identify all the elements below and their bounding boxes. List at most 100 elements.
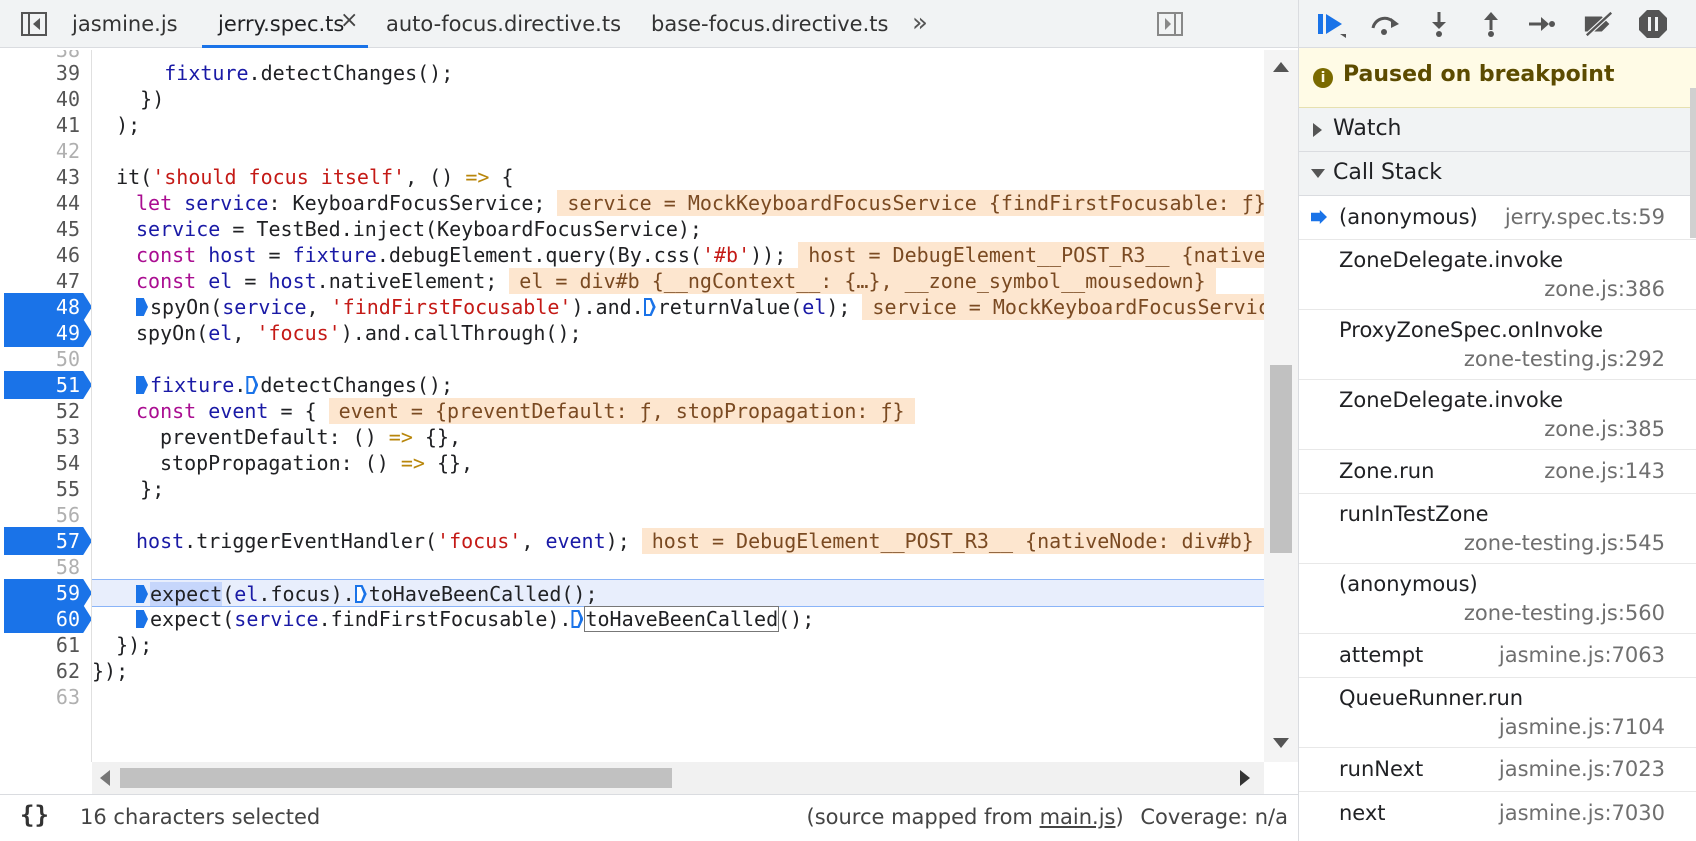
toggle-debugger-button[interactable] bbox=[1156, 10, 1184, 38]
pretty-print-button[interactable]: {} bbox=[20, 801, 49, 829]
code-line[interactable]: const host = fixture.debugElement.query(… bbox=[92, 241, 1264, 269]
frame-location[interactable]: zone.js:143 bbox=[1544, 459, 1665, 483]
call-stack-section-header[interactable]: Call Stack bbox=[1299, 152, 1696, 196]
line-number[interactable]: 39 bbox=[4, 59, 91, 87]
code-line[interactable]: const event = {event = {preventDefault: … bbox=[92, 397, 1264, 425]
vertical-scroll-thumb[interactable] bbox=[1270, 365, 1292, 553]
step-button[interactable] bbox=[1525, 8, 1557, 40]
call-frame[interactable]: ZoneDelegate.invoke zone.js:386 bbox=[1299, 240, 1696, 310]
breakpoint-line-49[interactable]: 49 bbox=[4, 319, 91, 347]
more-tabs-icon[interactable]: » bbox=[912, 0, 928, 48]
breakpoint-line-60[interactable]: 60 bbox=[4, 605, 91, 633]
line-number[interactable]: 46 bbox=[4, 241, 91, 269]
code-line[interactable]: }); bbox=[92, 657, 1264, 685]
breakpoint-line-51[interactable]: 51 bbox=[4, 371, 91, 399]
scroll-down-icon[interactable] bbox=[1273, 738, 1289, 748]
pause-on-exceptions-button[interactable] bbox=[1637, 8, 1669, 40]
breakpoint-line-48[interactable]: 48 bbox=[4, 293, 91, 321]
code-line[interactable]: fixture.detectChanges(); bbox=[92, 59, 1264, 87]
line-number[interactable]: 42 bbox=[4, 137, 91, 165]
code-line[interactable]: ); bbox=[92, 111, 1264, 139]
line-number[interactable]: 53 bbox=[4, 423, 91, 451]
call-frame[interactable]: attempt jasmine.js:7063 bbox=[1299, 634, 1696, 678]
breakpoint-line-57[interactable]: 57 bbox=[4, 527, 91, 555]
call-frame[interactable]: runInTestZone zone-testing.js:545 bbox=[1299, 494, 1696, 564]
line-number[interactable]: 58 bbox=[4, 553, 91, 581]
frame-location[interactable]: jerry.spec.ts:59 bbox=[1505, 205, 1665, 229]
line-number[interactable]: 54 bbox=[4, 449, 91, 477]
line-number[interactable]: 56 bbox=[4, 501, 91, 529]
line-number[interactable]: 61 bbox=[4, 631, 91, 659]
line-number[interactable]: 52 bbox=[4, 397, 91, 425]
frame-location[interactable]: zone-testing.js:292 bbox=[1464, 347, 1665, 371]
inline-breakpoint-icon[interactable] bbox=[136, 376, 148, 394]
call-frame-selected[interactable]: (anonymous) jerry.spec.ts:59 bbox=[1299, 196, 1696, 240]
current-execution-line[interactable]: expect(el.focus). toHaveBeenCalled(); bbox=[92, 579, 1264, 607]
code-line[interactable]: host.triggerEventHandler('focus', event)… bbox=[92, 527, 1264, 555]
code-line[interactable]: preventDefault: () => {}, bbox=[92, 423, 1264, 451]
inline-breakpoint-icon[interactable] bbox=[571, 610, 584, 628]
frame-location[interactable]: zone-testing.js:560 bbox=[1464, 601, 1665, 625]
source-map-link[interactable]: main.js bbox=[1040, 805, 1116, 829]
tab-jasmine-js[interactable]: jasmine.js bbox=[72, 0, 178, 48]
breakpoint-line-59[interactable]: 59 bbox=[4, 579, 91, 607]
call-frame[interactable]: Zone.run zone.js:143 bbox=[1299, 450, 1696, 494]
code-line[interactable]: }); bbox=[92, 631, 1264, 659]
frame-location[interactable]: zone.js:386 bbox=[1544, 277, 1665, 301]
toggle-navigator-button[interactable] bbox=[20, 10, 48, 38]
call-frame[interactable]: runNext jasmine.js:7023 bbox=[1299, 748, 1696, 792]
tab-base-focus-directive-ts[interactable]: base-focus.directive.ts bbox=[651, 0, 888, 48]
close-tab-icon[interactable]: × bbox=[340, 8, 358, 33]
horizontal-scroll-thumb[interactable] bbox=[120, 768, 672, 788]
step-into-button[interactable] bbox=[1423, 8, 1455, 40]
code-line[interactable]: spyOn(el, 'focus').and.callThrough(); bbox=[92, 319, 1264, 347]
line-number[interactable]: 55 bbox=[4, 475, 91, 503]
code-line[interactable]: spyOn(service, 'findFirstFocusable').and… bbox=[92, 293, 1264, 321]
frame-location[interactable]: jasmine.js:7030 bbox=[1499, 801, 1665, 825]
code-line[interactable]: const el = host.nativeElement; el = div#b… bbox=[92, 267, 1264, 295]
sidebar-scrollbar[interactable] bbox=[1690, 88, 1696, 238]
code-line[interactable]: }) bbox=[92, 85, 1264, 113]
inline-value[interactable]: service = MockKeyboardFocusService {find… bbox=[557, 190, 1264, 216]
line-number[interactable]: 50 bbox=[4, 345, 91, 373]
call-frame[interactable]: ZoneDelegate.invoke zone.js:385 bbox=[1299, 380, 1696, 450]
inline-breakpoint-icon[interactable] bbox=[136, 298, 148, 316]
code-line[interactable]: fixture.detectChanges(); bbox=[92, 371, 1264, 399]
code-editor[interactable]: fixture.detectChanges(); }) ); it('shoul… bbox=[92, 50, 1264, 762]
line-number-gutter[interactable]: 38 39 40 41 42 43 44 45 46 47 48 49 50 5… bbox=[0, 50, 92, 762]
frame-location[interactable]: zone-testing.js:545 bbox=[1464, 531, 1665, 555]
inline-breakpoint-icon[interactable] bbox=[136, 585, 148, 603]
frame-location[interactable]: jasmine.js:7104 bbox=[1499, 715, 1665, 739]
call-frame[interactable]: (anonymous) zone-testing.js:560 bbox=[1299, 564, 1696, 634]
line-number[interactable]: 47 bbox=[4, 267, 91, 295]
call-frame[interactable]: ProxyZoneSpec.onInvoke zone-testing.js:2… bbox=[1299, 310, 1696, 380]
watch-section-header[interactable]: Watch bbox=[1299, 108, 1696, 152]
code-line[interactable]: }; bbox=[92, 475, 1264, 503]
vertical-scrollbar[interactable] bbox=[1264, 50, 1298, 762]
scroll-right-icon[interactable] bbox=[1240, 770, 1250, 786]
line-number[interactable]: 63 bbox=[4, 683, 91, 711]
frame-location[interactable]: jasmine.js:7023 bbox=[1499, 757, 1665, 781]
code-line[interactable]: let service: KeyboardFocusService; servic… bbox=[92, 189, 1264, 217]
scroll-left-icon[interactable] bbox=[100, 770, 110, 786]
line-number[interactable]: 43 bbox=[4, 163, 91, 191]
line-number[interactable]: 62 bbox=[4, 657, 91, 685]
tab-auto-focus-directive-ts[interactable]: auto-focus.directive.ts bbox=[386, 0, 621, 48]
frame-location[interactable]: zone.js:385 bbox=[1544, 417, 1665, 441]
line-number[interactable]: 45 bbox=[4, 215, 91, 243]
step-out-button[interactable] bbox=[1475, 8, 1507, 40]
inline-breakpoint-icon[interactable] bbox=[643, 298, 656, 316]
code-line[interactable]: expect(service.findFirstFocusable). toHav… bbox=[92, 605, 1264, 633]
inline-value[interactable]: event = {preventDefault: ƒ, stopPropagat… bbox=[328, 398, 915, 424]
code-line[interactable]: it('should focus itself', () => { bbox=[92, 163, 1264, 191]
call-frame[interactable]: QueueRunner.run jasmine.js:7104 bbox=[1299, 678, 1696, 748]
call-frame[interactable]: next jasmine.js:7030 bbox=[1299, 792, 1696, 841]
resume-button[interactable] bbox=[1315, 8, 1347, 40]
frame-location[interactable]: jasmine.js:7063 bbox=[1499, 643, 1665, 667]
line-number[interactable]: 44 bbox=[4, 189, 91, 217]
inline-value[interactable]: el = div#b {__ngContext__: {…}, __zone_s… bbox=[509, 268, 1216, 294]
inline-value[interactable]: host = DebugElement__POST_R3__ {nativeNo… bbox=[798, 242, 1264, 268]
horizontal-scrollbar[interactable] bbox=[92, 762, 1264, 794]
inline-breakpoint-icon[interactable] bbox=[354, 585, 367, 603]
scroll-up-icon[interactable] bbox=[1273, 62, 1289, 72]
